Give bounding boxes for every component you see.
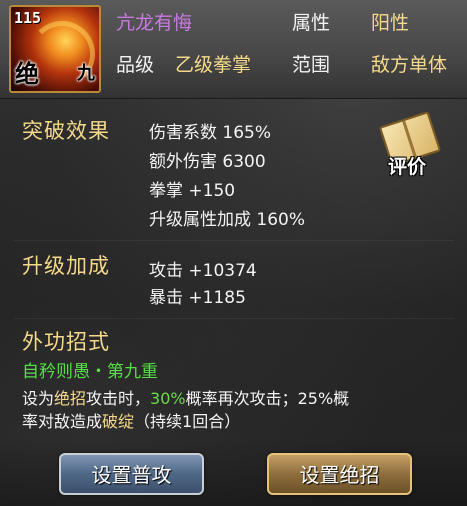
desc-text: 率对敌造成 (22, 412, 103, 431)
grade-value: 乙级拳掌 (175, 54, 252, 76)
set-normal-attack-button[interactable]: 设置普攻 (59, 453, 204, 495)
breakthrough-title: 突破效果 (22, 119, 110, 143)
move-description-line-2: 率对敌造成破绽（持续1回合） (22, 408, 240, 432)
desc-text: （持续1回合） (134, 412, 241, 431)
upgrade-bonus-line: 攻击 +10374 (149, 261, 257, 281)
desc-highlight-flaw: 破绽 (102, 412, 135, 431)
breakthrough-line: 升级属性加成 160% (149, 210, 306, 230)
breakthrough-line: 拳掌 +150 (149, 181, 236, 201)
range-value: 敌方单体 (371, 54, 448, 76)
set-ultimate-button[interactable]: 设置绝招 (267, 453, 412, 495)
skill-detail-panel: 115 绝 九 亢龙有悔 属性 阳性 品级 乙级拳掌 范围 敌方单体 突破效果 … (0, 0, 467, 506)
skill-name: 亢龙有悔 (116, 12, 193, 34)
ultimate-tag: 绝 (15, 59, 39, 88)
grade-label: 品级 (116, 54, 155, 76)
upgrade-bonus-line: 暴击 +1185 (149, 288, 246, 308)
desc-text: 设为 (22, 389, 55, 408)
divider (14, 240, 454, 241)
attribute-label: 属性 (292, 12, 331, 34)
move-description-line-1: 设为绝招攻击时，30%概率再次攻击；25%概 (22, 385, 349, 409)
divider (14, 318, 454, 319)
attribute-value: 阳性 (371, 12, 410, 34)
breakthrough-line: 额外伤害 6300 (149, 152, 266, 172)
breakthrough-line: 伤害系数 165% (149, 123, 272, 143)
external-moves-title: 外功招式 (22, 330, 110, 354)
move-name: 自矜则愚・第九重 (22, 362, 158, 382)
review-button-label: 评价 (388, 156, 427, 178)
desc-text: 攻击时， (86, 389, 151, 408)
desc-highlight-ultimate: 绝招 (54, 389, 87, 408)
skill-avatar[interactable]: 115 绝 九 (9, 5, 101, 93)
desc-text: 概率再次攻击；25%概 (185, 389, 350, 408)
upgrade-bonus-title: 升级加成 (22, 254, 110, 278)
review-button[interactable]: 评价 (378, 108, 446, 180)
skill-level: 115 (14, 9, 42, 27)
tier-tag: 九 (77, 63, 95, 84)
range-label: 范围 (292, 54, 331, 76)
desc-highlight-percent: 30% (150, 389, 186, 408)
